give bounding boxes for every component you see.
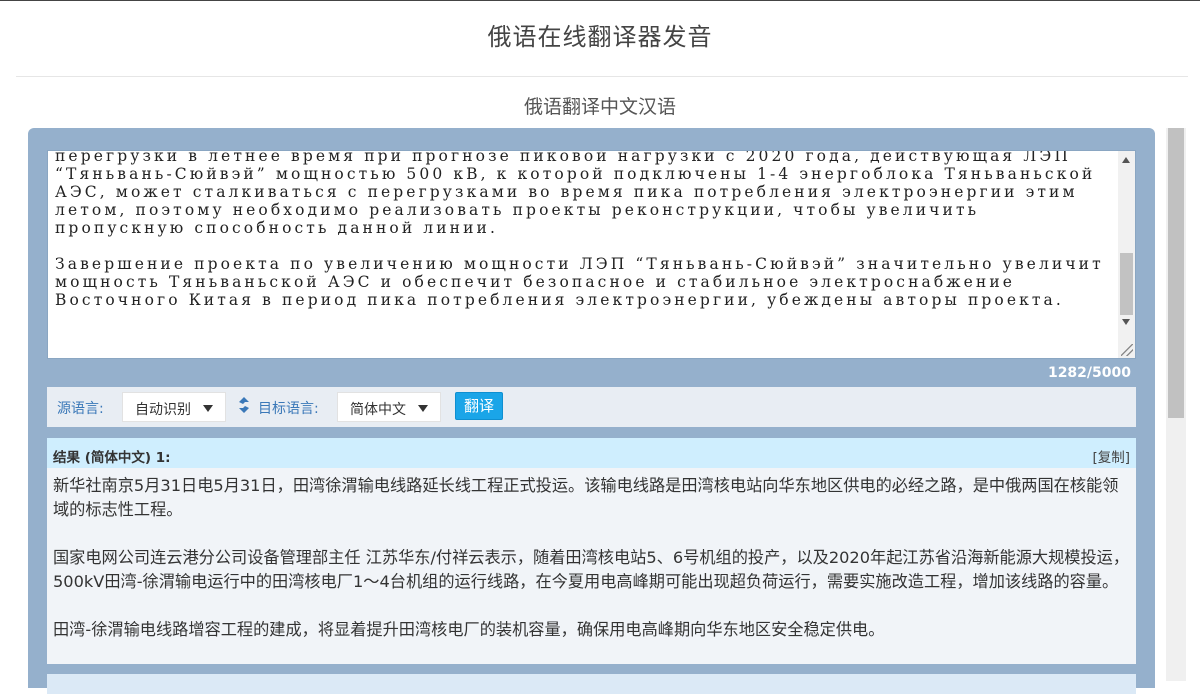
translate-button[interactable]: 翻译 [455, 392, 503, 420]
page-scroll-thumb[interactable] [1168, 128, 1184, 418]
page-scrollbar[interactable] [1166, 128, 1186, 681]
editor-scrollbar[interactable] [1118, 151, 1135, 358]
page-title: 俄语在线翻译器发音 [487, 23, 713, 51]
source-lang-value: 自动识别 [135, 402, 191, 418]
scroll-thumb[interactable] [1120, 253, 1133, 315]
source-textarea[interactable]: перегрузки в летнее время при прогнозе п… [47, 150, 1136, 359]
source-text[interactable]: перегрузки в летнее время при прогнозе п… [55, 151, 1115, 309]
header-divider [16, 76, 1188, 77]
section-title: 俄语翻译中文汉语 [523, 96, 676, 118]
scroll-up-icon[interactable] [1122, 157, 1130, 163]
result-box: 结果 (简体中文) 1: [复制] 新华社南京5月31日电5月31日，田湾徐渭输… [47, 438, 1136, 664]
target-lang-select[interactable]: 简体中文 [337, 392, 441, 422]
resize-grip-icon[interactable] [1121, 344, 1133, 356]
result-paragraph: 新华社南京5月31日电5月31日，田湾徐渭输电线路延长线工程正式投运。该输电线路… [53, 476, 1119, 519]
result-title: 结果 (简体中文) 1: [53, 450, 171, 466]
source-lang-label: 源语言: [57, 401, 104, 417]
swap-icon[interactable] [237, 395, 251, 415]
target-lang-value: 简体中文 [350, 402, 406, 418]
copy-button[interactable]: [复制] [1092, 446, 1130, 466]
char-count: 1282/5000 [1047, 365, 1131, 381]
scroll-down-icon[interactable] [1122, 319, 1130, 325]
result-paragraph: 田湾-徐渭输电线路增容工程的建成，将显着提升田湾核电厂的装机容量，确保用电高峰期… [53, 620, 885, 639]
source-lang-select[interactable]: 自动识别 [122, 392, 226, 422]
target-lang-label: 目标语言: [258, 401, 319, 417]
result-text: 新华社南京5月31日电5月31日，田湾徐渭输电线路延长线工程正式投运。该输电线路… [53, 474, 1131, 642]
chevron-down-icon [203, 405, 213, 412]
translator-panel: перегрузки в летнее время при прогнозе п… [28, 128, 1155, 694]
top-rule [0, 0, 1200, 1]
result-paragraph: 国家电网公司连云港分公司设备管理部主任 江苏华东/付祥云表示，随着田湾核电站5、… [53, 548, 1130, 591]
chevron-down-icon [418, 405, 428, 412]
result-header: 结果 (简体中文) 1: [复制] [47, 438, 1136, 468]
language-controls: 源语言: 自动识别 目标语言: 简体中文 翻译 [47, 387, 1136, 427]
next-result-box [47, 674, 1136, 694]
